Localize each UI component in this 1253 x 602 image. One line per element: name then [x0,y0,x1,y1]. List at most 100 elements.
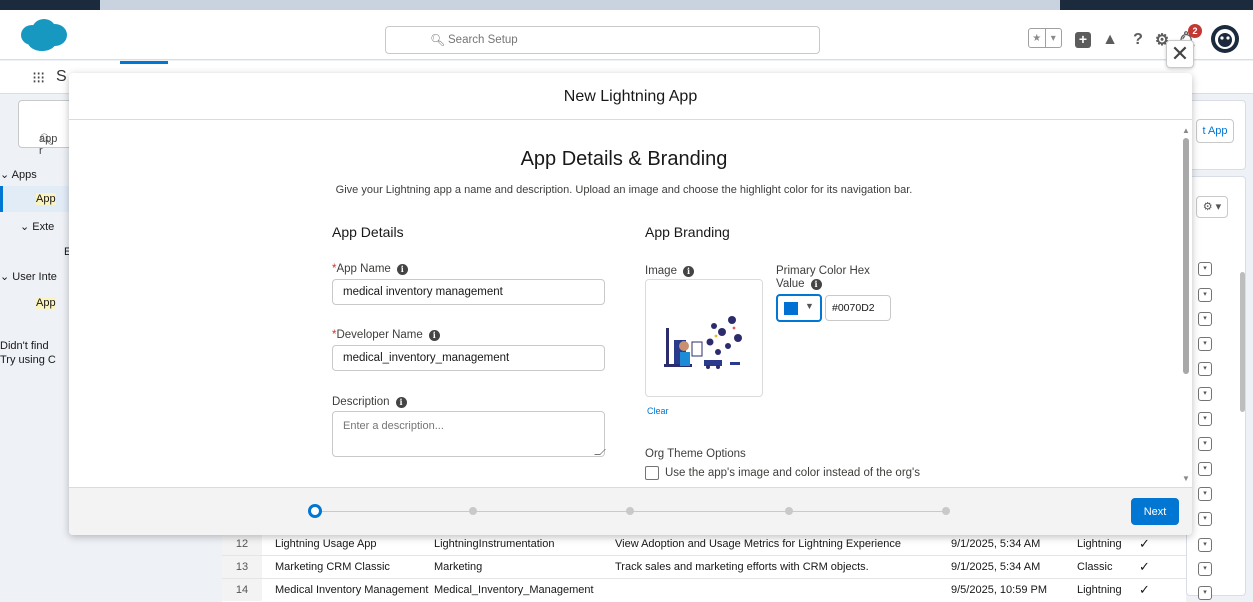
visible-check-icon: ✓ [1139,559,1150,574]
primary-color-label: Primary Color Hex [776,265,870,277]
info-icon[interactable]: i [395,396,407,408]
setup-search-input[interactable] [448,31,748,49]
scroll-up-icon[interactable]: ▲ [1182,126,1190,135]
notification-badge: 2 [1188,24,1202,38]
developer-name-label: *Developer Name i [332,329,440,341]
global-header: 🔍︎ ★ ▾ + ▲ ? ⚙ 🔔︎ 2 [0,10,1253,60]
developer-name-cell: Medical_Inventory_Management [434,584,594,596]
developer-name-input[interactable] [332,345,605,371]
progress-step-5[interactable] [942,507,950,515]
tree-apps[interactable]: ⌄ Apps [0,168,37,181]
section-subtitle: Give your Lightning app a name and descr… [335,184,913,196]
help-icon[interactable]: ? [1128,30,1148,50]
row-action-dropdown[interactable]: ▾ [1198,412,1212,426]
info-icon[interactable]: i [428,329,440,341]
scroll-down-icon[interactable]: ▼ [1182,474,1190,483]
app-details-heading: App Details [332,224,404,240]
color-swatch [784,302,798,315]
setup-search[interactable]: 🔍︎ [385,26,820,54]
app-type-cell: Lightning [1077,538,1122,550]
primary-color-label-value: Value i [776,278,822,290]
last-modified-cell: 9/1/2025, 5:34 AM [951,538,1041,550]
new-lightning-app-modal: New Lightning App App Details & Branding… [69,73,1192,535]
app-name-cell: Marketing CRM Classic [275,561,390,573]
tree-app-menu[interactable]: App [36,297,56,309]
visible-check-icon: ✓ [1139,536,1150,551]
table-row[interactable]: 12 Lightning Usage App LightningInstrume… [222,532,1186,555]
row-action-dropdown[interactable]: ▾ [1198,337,1212,351]
row-action-dropdown[interactable]: ▾ [1198,512,1212,526]
close-icon[interactable]: ✕ [1166,40,1194,68]
row-action-dropdown[interactable]: ▾ [1198,487,1212,501]
row-action-dropdown[interactable]: ▾ [1198,262,1212,276]
page-scrollbar[interactable] [1240,260,1245,590]
primary-color-hex-input[interactable] [825,295,891,321]
row-action-dropdown[interactable]: ▾ [1198,362,1212,376]
org-theme-checkbox[interactable] [645,466,659,480]
description-textarea[interactable] [332,411,605,457]
developer-name-cell: LightningInstrumentation [434,538,555,550]
tree-app-manager[interactable]: App [36,193,56,205]
row-action-dropdown[interactable]: ▾ [1198,288,1212,302]
chevron-down-icon: ⌄ [20,221,30,233]
row-action-dropdown[interactable]: ▾ [1198,462,1212,476]
app-name-cell: Lightning Usage App [275,538,377,550]
row-number: 14 [222,579,262,601]
row-action-dropdown[interactable]: ▾ [1198,562,1212,576]
progress-step-3[interactable] [626,507,634,515]
table-row[interactable]: 14 Medical Inventory Management Medical_… [222,578,1186,601]
chevron-down-icon: ▾ [1044,29,1062,47]
info-icon[interactable]: i [810,278,822,290]
row-number: 12 [222,533,262,555]
info-icon[interactable]: i [682,265,694,277]
modal-footer: Next [69,487,1192,535]
modal-header: New Lightning App [69,73,1192,120]
progress-step-4[interactable] [785,507,793,515]
table-row[interactable]: 13 Marketing CRM Classic Marketing Track… [222,555,1186,578]
row-action-dropdown[interactable]: ▾ [1198,312,1212,326]
org-theme-label: Org Theme Options [645,448,746,460]
list-settings-button[interactable]: ⚙ ▾ [1196,196,1228,218]
user-avatar[interactable] [1210,24,1240,54]
tree-selected-highlight [0,186,70,212]
app-image-upload[interactable] [645,279,763,397]
row-number: 13 [222,556,262,578]
app-image-illustration [664,316,742,369]
row-action-dropdown[interactable]: ▾ [1198,437,1212,451]
chevron-down-icon: ⌄ [0,169,10,181]
clear-image-link[interactable]: Clear [647,406,669,416]
search-icon: 🔍︎ [430,33,446,47]
tree-user-interface[interactable]: ⌄ User Inte [0,270,57,283]
salesforce-logo[interactable] [18,18,68,52]
last-modified-cell: 9/5/2025, 10:59 PM [951,584,1048,596]
new-lightning-app-button[interactable]: t App [1196,119,1234,143]
list-card [1186,176,1246,596]
modal-title: New Lightning App [563,88,698,105]
favorites-button[interactable]: ★ ▾ [1028,28,1062,48]
next-button[interactable]: Next [1131,498,1179,525]
app-type-cell: Classic [1077,561,1113,573]
chevron-down-icon: ⌄ [0,271,10,283]
row-action-dropdown[interactable]: ▾ [1198,538,1212,552]
plus-icon: + [1075,32,1091,48]
tree-external[interactable]: ⌄ Exte [20,220,54,233]
app-type-cell: Lightning [1077,584,1122,596]
section-title: App Details & Branding [520,148,728,170]
app-name-input[interactable] [332,279,605,305]
row-action-dropdown[interactable]: ▾ [1198,586,1212,600]
trailhead-icon[interactable]: ▲ [1100,30,1120,50]
row-action-dropdown[interactable]: ▾ [1198,387,1212,401]
progress-step-1[interactable] [308,504,322,518]
progress-step-2[interactable] [469,507,477,515]
modal-scrollbar[interactable]: ▲ ▼ [1182,124,1192,484]
scroll-thumb[interactable] [1183,138,1189,374]
chevron-down-icon: ▼ [805,301,814,311]
app-branding-heading: App Branding [645,224,730,240]
info-icon[interactable]: i [396,263,408,275]
app-launcher-icon[interactable]: ⁝⁝⁝ [32,68,45,88]
color-picker-button[interactable]: ▼ [776,294,822,322]
app-name: S [56,68,67,85]
not-found-text: Didn't find [0,340,49,352]
global-actions-button[interactable]: + [1073,30,1093,50]
browser-top-strip [0,0,1253,10]
